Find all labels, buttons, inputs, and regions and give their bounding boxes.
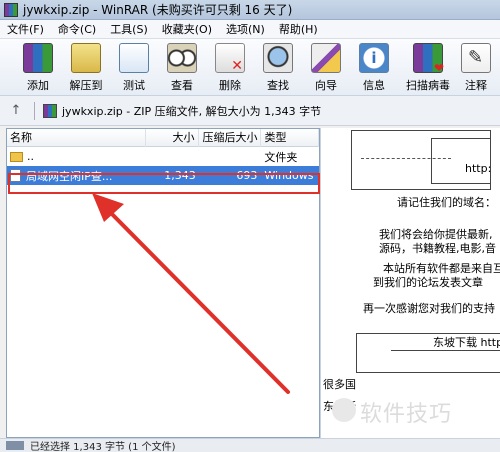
- file-list: 名称 大小 压缩后大小 类型 .. 文件夹 局域网空闲IP查... 1,343 …: [6, 128, 320, 438]
- watermark-logo-icon: [332, 398, 356, 422]
- winrar-app-icon: [4, 2, 18, 17]
- info-icon: [359, 43, 389, 73]
- archive-icon: [43, 103, 57, 118]
- test-button[interactable]: 测试: [110, 39, 158, 94]
- column-name[interactable]: 名称: [7, 129, 146, 147]
- virus-scan-label: 扫描病毒: [406, 79, 450, 92]
- toolbar: 添加 解压到 测试 查看 删除 查找 向导 信息 扫描病毒 注释: [0, 39, 500, 96]
- comment-line: 东坡下载 http: [433, 336, 500, 349]
- test-label: 测试: [123, 79, 145, 92]
- delete-label: 删除: [219, 79, 241, 92]
- find-label: 查找: [267, 79, 289, 92]
- status-text: 已经选择 1,343 字节 (1 个文件): [30, 442, 176, 452]
- view-button[interactable]: 查看: [158, 39, 206, 94]
- delete-button[interactable]: 删除: [206, 39, 254, 94]
- extract-to-icon: [71, 43, 101, 73]
- view-icon: [167, 43, 197, 73]
- wizard-label: 向导: [315, 79, 337, 92]
- path-bar: ↑ jywkxip.zip - ZIP 压缩文件, 解包大小为 1,343 字节: [0, 96, 500, 126]
- menu-options[interactable]: 选项(N): [219, 21, 272, 37]
- comment-ascii-frame-bottom-inner: [391, 350, 500, 376]
- find-button[interactable]: 查找: [254, 39, 302, 94]
- comment-line: 源码，书籍教程,电影,音: [379, 242, 496, 255]
- virus-scan-button[interactable]: 扫描病毒: [404, 39, 452, 94]
- find-icon: [263, 43, 293, 73]
- menu-file[interactable]: 文件(F): [0, 21, 51, 37]
- status-bar: 已经选择 1,343 字节 (1 个文件): [0, 438, 500, 452]
- column-packed[interactable]: 压缩后大小: [199, 129, 262, 147]
- extract-to-label: 解压到: [69, 79, 103, 92]
- window-title: jywkxip.zip - WinRAR (未购买许可只剩 16 天了): [23, 3, 293, 17]
- file-list-header: 名称 大小 压缩后大小 类型: [7, 129, 319, 147]
- watermark-text: 软件技巧: [360, 402, 453, 427]
- annotation-highlight-box: [8, 173, 320, 194]
- path-divider: [34, 101, 35, 120]
- menu-help[interactable]: 帮助(H): [272, 21, 325, 37]
- folder-icon: [10, 151, 23, 162]
- up-folder-icon[interactable]: ↑: [6, 102, 26, 120]
- menu-tools[interactable]: 工具(S): [103, 21, 155, 37]
- wizard-button[interactable]: 向导: [302, 39, 350, 94]
- file-type: 文件夹: [264, 150, 298, 164]
- comment-line: 再一次感谢您对我们的支持: [363, 302, 495, 315]
- file-name: ..: [27, 150, 34, 163]
- file-name-cell: ..: [7, 150, 146, 163]
- add-archive-icon: [23, 43, 53, 73]
- file-row-parent-folder[interactable]: .. 文件夹: [7, 147, 319, 166]
- comment-line: 到我们的论坛发表文章: [373, 276, 483, 289]
- test-icon: [119, 43, 149, 73]
- add-label: 添加: [27, 79, 49, 92]
- archive-path: jywkxip.zip - ZIP 压缩文件, 解包大小为 1,343 字节: [62, 104, 322, 118]
- column-size[interactable]: 大小: [146, 129, 200, 147]
- status-drive-icon: [6, 441, 24, 450]
- menu-commands[interactable]: 命令(C): [51, 21, 103, 37]
- menu-favorites[interactable]: 收藏夹(O): [155, 21, 219, 37]
- column-type[interactable]: 类型: [261, 129, 319, 147]
- menu-bar: 文件(F) 命令(C) 工具(S) 收藏夹(O) 选项(N) 帮助(H): [0, 20, 500, 39]
- comment-ascii-dash: [361, 158, 451, 159]
- comment-line: http:: [465, 162, 492, 175]
- view-label: 查看: [171, 79, 193, 92]
- virus-scan-icon: [413, 43, 444, 75]
- wizard-icon: [311, 43, 341, 73]
- comment-icon: [461, 43, 491, 73]
- comment-line: 请记住我们的域名：: [397, 196, 496, 209]
- title-bar: jywkxip.zip - WinRAR (未购买许可只剩 16 天了): [0, 0, 500, 20]
- info-label: 信息: [363, 79, 385, 92]
- comment-label: 注释: [465, 79, 487, 92]
- archive-comment-panel: http: 请记住我们的域名： 我们将会给你提供最新, 源码，书籍教程,电影,音…: [320, 128, 500, 438]
- info-button[interactable]: 信息: [350, 39, 398, 94]
- delete-icon: [215, 43, 245, 74]
- comment-line: 很多国: [323, 378, 356, 391]
- comment-button[interactable]: 注释: [452, 39, 500, 94]
- comment-ascii-inner-frame: [431, 138, 491, 184]
- add-button[interactable]: 添加: [14, 39, 62, 94]
- extract-to-button[interactable]: 解压到: [62, 39, 110, 94]
